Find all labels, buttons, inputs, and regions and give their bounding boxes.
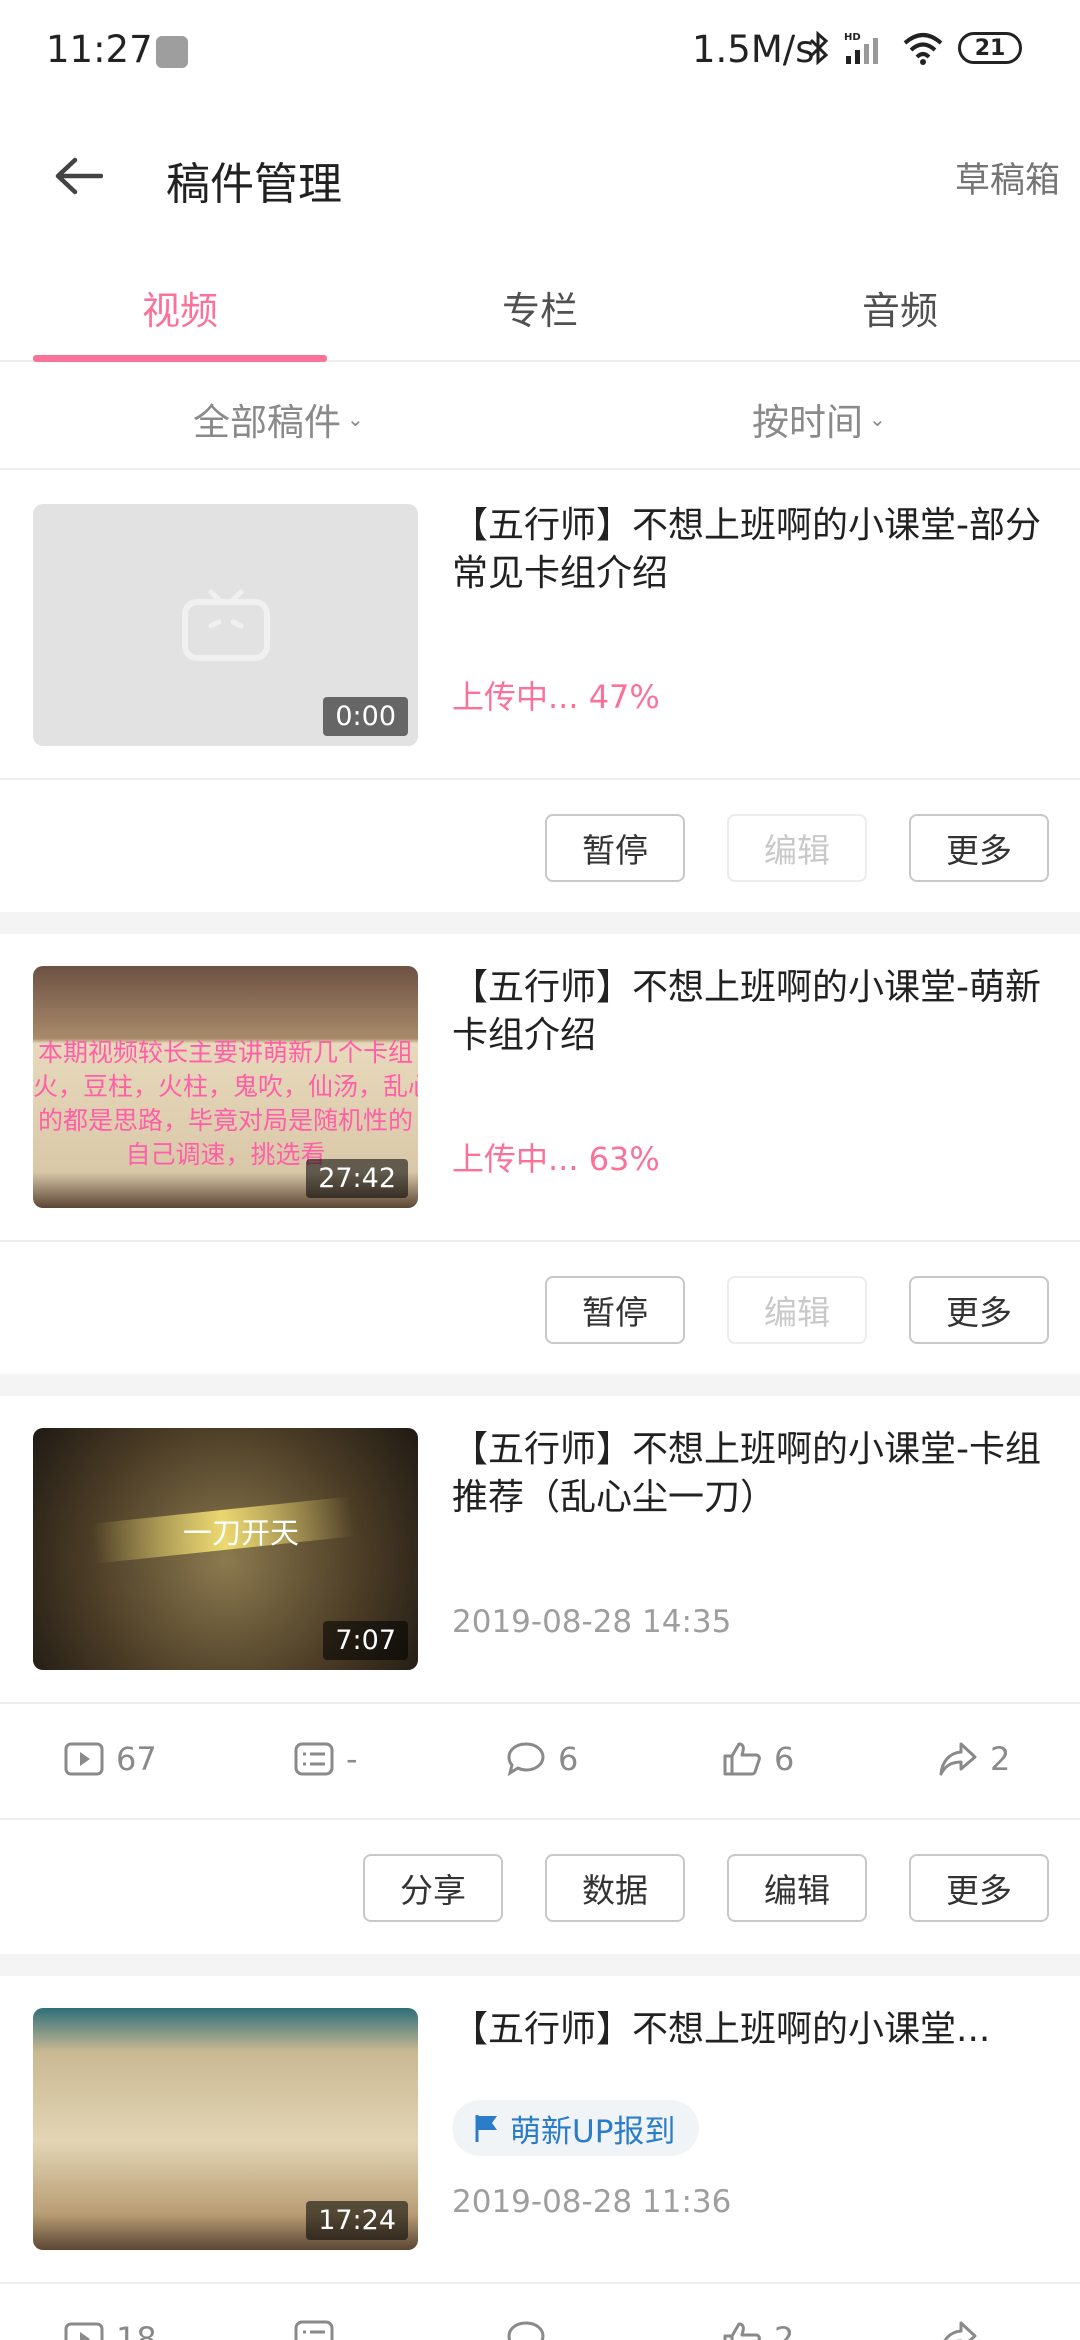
- video-duration: 7:07: [323, 1621, 408, 1660]
- comment-icon: [507, 2321, 545, 2340]
- video-thumbnail[interactable]: 本期视频较长主要讲萌新几个卡组 火，豆柱，火柱，鬼吹，仙汤，乱心 的都是思路，毕…: [33, 966, 418, 1208]
- danmaku-count: -: [294, 1740, 358, 1778]
- share-count: 2: [938, 1740, 1010, 1778]
- event-tag[interactable]: 萌新UP报到: [452, 2100, 700, 2156]
- bluetooth-icon: [809, 31, 829, 65]
- cellular-signal-icon: HD: [844, 32, 878, 64]
- video-duration: 17:24: [306, 2201, 408, 2240]
- share-icon: [939, 1742, 977, 1776]
- play-icon: [64, 2322, 104, 2340]
- danmaku-count: [294, 2320, 334, 2340]
- status-bar: 11:27 1.5M/s HD 21: [0, 0, 1080, 100]
- tab-audio[interactable]: 音频: [720, 250, 1080, 360]
- thumbs-up-icon: [723, 1742, 761, 1776]
- publish-date: 2019-08-28 14:35: [452, 1604, 732, 1640]
- video-duration: 0:00: [323, 697, 408, 736]
- video-card[interactable]: 一刀开天 7:07 【五行师】不想上班啊的小课堂-卡组推荐（乱心尘一刀） 201…: [0, 1396, 1080, 1954]
- edit-button[interactable]: 编辑: [727, 814, 867, 882]
- battery-icon: 21: [958, 32, 1022, 64]
- svg-text:HD: HD: [844, 32, 861, 43]
- like-count: 6: [722, 1740, 794, 1778]
- video-card[interactable]: 本期视频较长主要讲萌新几个卡组 火，豆柱，火柱，鬼吹，仙汤，乱心 的都是思路，毕…: [0, 934, 1080, 1376]
- publish-date: 2019-08-28 11:36: [452, 2184, 732, 2220]
- edit-button[interactable]: 编辑: [727, 1854, 867, 1922]
- active-tab-indicator: [33, 355, 327, 362]
- back-button[interactable]: [40, 138, 116, 214]
- sort-by-time-filter[interactable]: 按时间 ⌄: [752, 392, 886, 446]
- video-thumbnail[interactable]: 一刀开天 7:07: [33, 1428, 418, 1670]
- tab-column[interactable]: 专栏: [360, 250, 720, 360]
- card-actions: 暂停 编辑 更多: [0, 1242, 1080, 1376]
- share-button[interactable]: 分享: [363, 1854, 503, 1922]
- card-separator: [0, 1954, 1080, 1976]
- drafts-button[interactable]: 草稿箱: [955, 152, 1060, 203]
- upload-progress: 上传中... 47%: [452, 678, 660, 716]
- flag-icon: [475, 2115, 497, 2142]
- thumbnail-overlay-text: 本期视频较长主要讲萌新几个卡组 火，豆柱，火柱，鬼吹，仙汤，乱心 的都是思路，毕…: [33, 1038, 418, 1169]
- thumbnail-overlay-text: 一刀开天: [183, 1516, 300, 1550]
- tab-bar: 视频 专栏 音频: [0, 250, 1080, 362]
- app-header: 稿件管理 草稿箱: [0, 100, 1080, 250]
- danmaku-icon: [294, 2320, 334, 2340]
- video-card[interactable]: 0:00 【五行师】不想上班啊的小课堂-部分常见卡组介绍 上传中... 47% …: [0, 472, 1080, 914]
- chevron-down-icon: ⌄: [869, 407, 886, 431]
- status-icons: HD 21: [808, 30, 1022, 66]
- all-submissions-filter[interactable]: 全部稿件 ⌄: [193, 392, 364, 446]
- video-stats: 18 2: [0, 2284, 1080, 2340]
- comment-count: 6: [506, 1740, 578, 1778]
- arrow-left-icon: [55, 157, 103, 195]
- video-thumbnail-placeholder[interactable]: 0:00: [33, 504, 418, 746]
- more-button[interactable]: 更多: [909, 814, 1049, 882]
- filter-bar: 全部稿件 ⌄ 按时间 ⌄: [0, 362, 1080, 470]
- video-title[interactable]: 【五行师】不想上班啊的小课堂-部分常见卡组介绍: [452, 502, 1052, 598]
- card-actions: 暂停 编辑 更多: [0, 780, 1080, 914]
- video-duration: 27:42: [306, 1159, 408, 1198]
- more-button[interactable]: 更多: [909, 1276, 1049, 1344]
- danmaku-icon: [294, 1742, 334, 1776]
- tab-video[interactable]: 视频: [0, 250, 360, 362]
- video-title[interactable]: 【五行师】不想上班啊的小课堂-萌新卡组介绍: [452, 964, 1052, 1060]
- like-count: 2: [722, 2320, 794, 2340]
- video-card[interactable]: 17:24 【五行师】不想上班啊的小课堂... 萌新UP报到 2019-08-2…: [0, 1976, 1080, 2340]
- tv-placeholder-icon: [182, 589, 270, 661]
- video-title[interactable]: 【五行师】不想上班啊的小课堂...: [452, 2006, 1052, 2054]
- play-count: 18: [64, 2320, 157, 2340]
- more-button[interactable]: 更多: [909, 1854, 1049, 1922]
- chevron-down-icon: ⌄: [347, 407, 364, 431]
- play-icon: [64, 1742, 104, 1776]
- pause-button[interactable]: 暂停: [545, 814, 685, 882]
- notification-app-icon: [156, 36, 188, 68]
- video-stats: 67 - 6 6 2: [0, 1704, 1080, 1820]
- wifi-icon: [903, 33, 943, 65]
- card-separator: [0, 1374, 1080, 1396]
- thumbs-up-icon: [723, 2322, 761, 2340]
- card-separator: [0, 912, 1080, 934]
- share-icon: [943, 2321, 977, 2340]
- card-actions: 分享 数据 编辑 更多: [0, 1820, 1080, 1954]
- edit-button[interactable]: 编辑: [727, 1276, 867, 1344]
- network-speed: 1.5M/s: [692, 28, 815, 71]
- comment-count: [506, 2320, 546, 2340]
- upload-progress: 上传中... 63%: [452, 1140, 660, 1178]
- video-thumbnail[interactable]: 17:24: [33, 2008, 418, 2250]
- video-title[interactable]: 【五行师】不想上班啊的小课堂-卡组推荐（乱心尘一刀）: [452, 1426, 1052, 1522]
- comment-icon: [507, 1742, 545, 1777]
- play-count: 67: [64, 1740, 157, 1778]
- page-title: 稿件管理: [166, 159, 342, 210]
- share-count: [938, 2320, 978, 2340]
- pause-button[interactable]: 暂停: [545, 1276, 685, 1344]
- status-time: 11:27: [46, 28, 153, 71]
- data-button[interactable]: 数据: [545, 1854, 685, 1922]
